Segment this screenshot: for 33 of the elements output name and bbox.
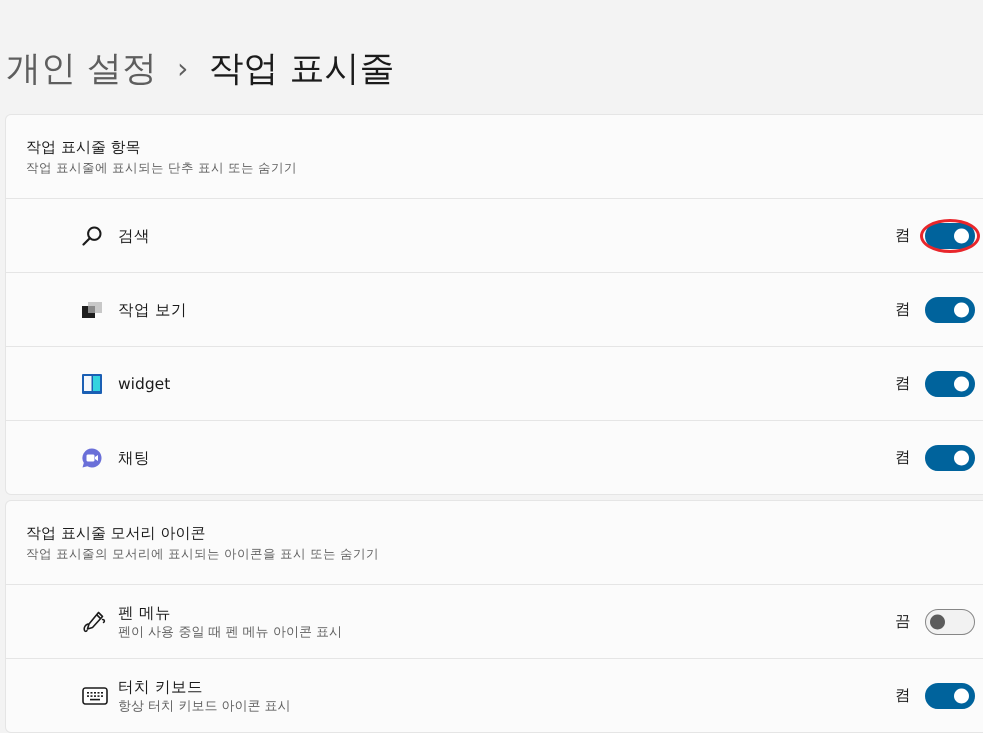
setting-description: 펜이 사용 중일 때 펜 메뉴 아이콘 표시 bbox=[118, 624, 342, 642]
toggle-state-label: 켬 bbox=[895, 447, 911, 468]
split-panel-icon bbox=[82, 374, 102, 394]
setting-label: 펜 메뉴 bbox=[118, 602, 171, 624]
section-title: 작업 표시줄 모서리 아이콘 bbox=[26, 523, 206, 544]
toggle-state-label: 켬 bbox=[895, 225, 911, 246]
section-subtitle: 작업 표시줄에 표시되는 단추 표시 또는 숨기기 bbox=[26, 159, 297, 177]
setting-label: 채팅 bbox=[118, 448, 150, 468]
toggle-switch[interactable] bbox=[925, 608, 975, 634]
toggle-state-label: 켬 bbox=[895, 373, 911, 394]
toggle-switch[interactable] bbox=[925, 682, 975, 708]
breadcrumb-separator: › bbox=[177, 52, 188, 84]
toggle-state-label: 끔 bbox=[895, 611, 911, 632]
toggle-state-label: 켬 bbox=[895, 685, 911, 706]
setting-label: 터치 키보드 bbox=[118, 676, 203, 698]
setting-description: 항상 터치 키보드 아이콘 표시 bbox=[118, 698, 291, 716]
setting-label: 검색 bbox=[118, 226, 150, 246]
page-title: 작업 표시줄 bbox=[208, 48, 394, 90]
breadcrumb-parent[interactable]: 개인 설정 bbox=[6, 44, 158, 92]
setting-label: 작업 보기 bbox=[118, 300, 187, 320]
toggle-switch[interactable] bbox=[925, 370, 975, 396]
search-icon bbox=[82, 226, 102, 246]
keyboard-icon bbox=[82, 686, 108, 704]
pen-icon bbox=[82, 608, 108, 634]
section-title: 작업 표시줄 항목 bbox=[26, 137, 141, 158]
section-subtitle: 작업 표시줄의 모서리에 표시되는 아이콘을 표시 또는 숨기기 bbox=[26, 545, 379, 563]
setting-label: widget bbox=[118, 374, 170, 394]
toggle-switch[interactable] bbox=[925, 222, 975, 248]
toggle-switch[interactable] bbox=[925, 296, 975, 322]
toggle-switch[interactable] bbox=[925, 444, 975, 470]
toggle-state-label: 켬 bbox=[895, 299, 911, 320]
overlapping-windows-icon bbox=[82, 302, 102, 318]
chat-bubble-icon bbox=[82, 448, 102, 468]
